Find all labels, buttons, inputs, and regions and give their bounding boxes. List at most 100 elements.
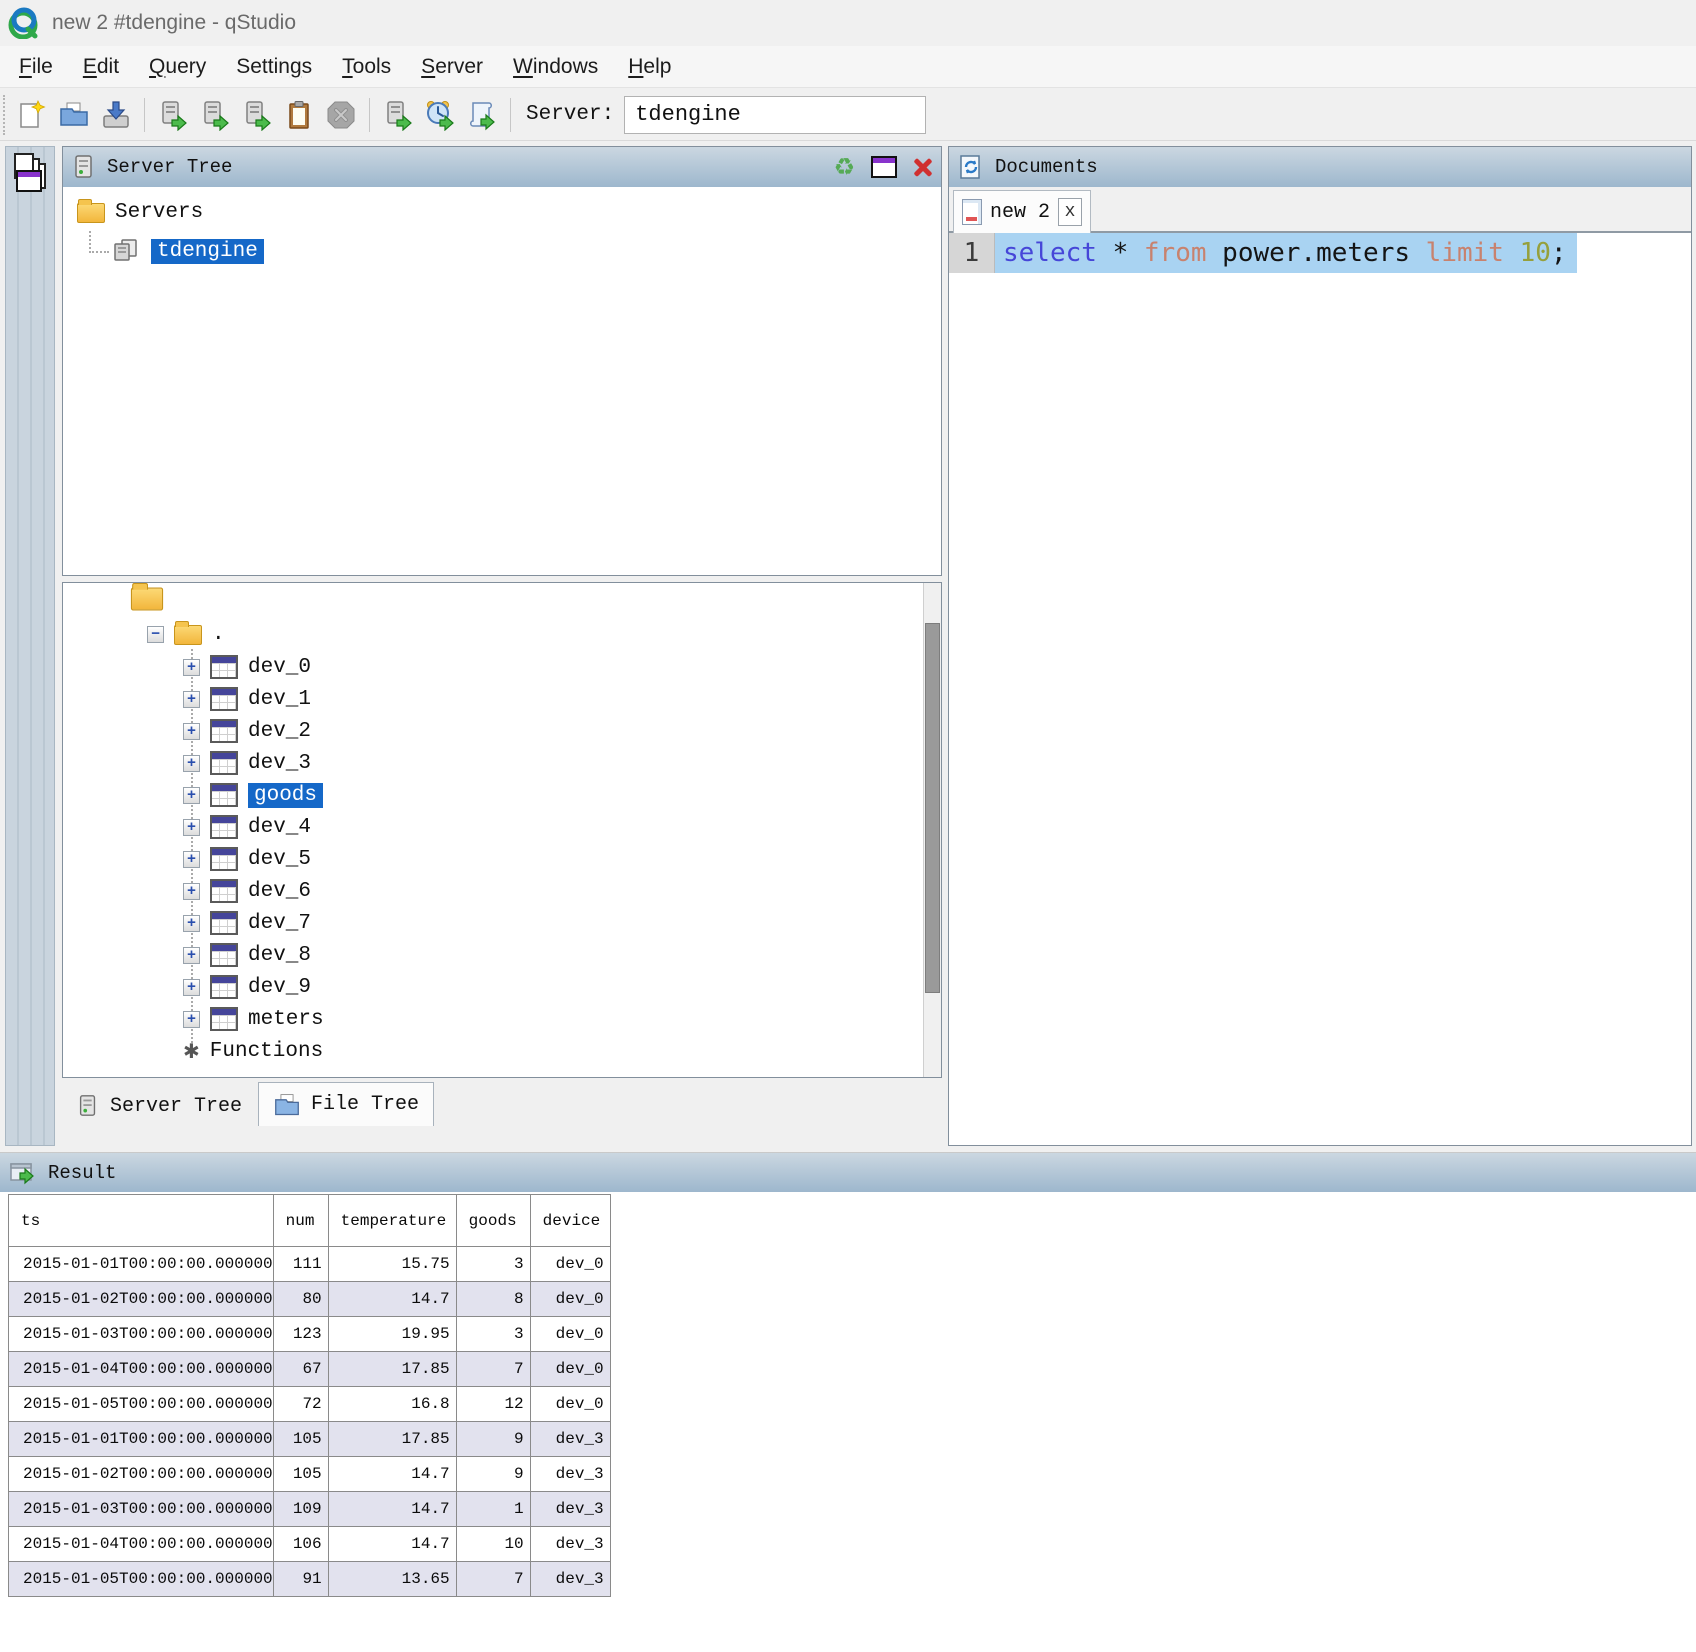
menu-item-server[interactable]: Server — [406, 55, 498, 79]
cell-ts: 2015-01-05T00:00:00.000000 — [9, 1562, 274, 1597]
expand-icon[interactable]: + — [183, 851, 200, 868]
clipboard-button[interactable] — [279, 95, 319, 135]
tree-item-dev_6[interactable]: +dev_6 — [63, 875, 903, 907]
close-tab-button[interactable]: x — [1058, 198, 1082, 226]
menu-bar: FileEditQuerySettingsToolsServerWindowsH… — [0, 46, 1696, 88]
code-line[interactable]: select * from power.meters limit 10; — [995, 233, 1577, 273]
menu-item-query[interactable]: Query — [134, 55, 221, 79]
result-title: Result — [48, 1162, 116, 1184]
save-import-button[interactable] — [96, 95, 136, 135]
column-header-device[interactable]: device — [530, 1195, 610, 1247]
tree-item-dev_1[interactable]: +dev_1 — [63, 683, 903, 715]
expand-icon[interactable]: + — [183, 659, 200, 676]
tree-item-goods[interactable]: +goods — [63, 779, 903, 811]
tree-item-meters[interactable]: +meters — [63, 1003, 903, 1035]
server-icon — [71, 153, 97, 181]
run-script-button[interactable] — [462, 95, 502, 135]
open-file-button[interactable] — [54, 95, 94, 135]
expand-icon[interactable]: + — [183, 787, 200, 804]
expand-icon[interactable]: + — [183, 755, 200, 772]
run-script-server-button[interactable] — [378, 95, 418, 135]
collapse-icon[interactable]: − — [147, 626, 164, 643]
cell-device: dev_3 — [530, 1527, 610, 1562]
tab-server-tree[interactable]: Server Tree — [62, 1086, 256, 1126]
database-server-icon — [111, 237, 141, 265]
toolbar-grip[interactable] — [3, 95, 11, 135]
expand-icon[interactable]: + — [183, 819, 200, 836]
run-line-button[interactable] — [195, 95, 235, 135]
expand-icon[interactable]: + — [183, 979, 200, 996]
menu-item-settings[interactable]: Settings — [221, 55, 327, 79]
table-row[interactable]: 2015-01-04T00:00:00.0000006717.857dev_0 — [9, 1352, 611, 1387]
root-folder-icon[interactable] — [131, 588, 163, 611]
tree-item-dot[interactable]: − . — [147, 623, 225, 646]
maximize-panel-icon[interactable] — [871, 156, 897, 178]
tab-file-tree[interactable]: File Tree — [258, 1082, 434, 1126]
tree-item-dev_9[interactable]: +dev_9 — [63, 971, 903, 1003]
tree-item-dev_0[interactable]: +dev_0 — [63, 651, 903, 683]
tree-item-functions[interactable]: ✱Functions — [63, 1035, 903, 1067]
tree-item-dev_8[interactable]: +dev_8 — [63, 939, 903, 971]
table-row[interactable]: 2015-01-01T00:00:00.00000010517.859dev_3 — [9, 1422, 611, 1457]
scrollbar-thumb[interactable] — [925, 623, 940, 993]
vertical-scrollbar[interactable] — [923, 583, 941, 1077]
column-header-num[interactable]: num — [273, 1195, 328, 1247]
table-row[interactable]: 2015-01-03T00:00:00.00000012319.953dev_0 — [9, 1317, 611, 1352]
expand-icon[interactable]: + — [183, 723, 200, 740]
expand-icon[interactable]: + — [183, 1011, 200, 1028]
menu-item-edit[interactable]: Edit — [68, 55, 134, 79]
menu-item-windows[interactable]: Windows — [498, 55, 613, 79]
refresh-icon[interactable]: ♻ — [833, 155, 855, 179]
tree-item-dev_5[interactable]: +dev_5 — [63, 843, 903, 875]
table-row[interactable]: 2015-01-05T00:00:00.0000009113.657dev_3 — [9, 1562, 611, 1597]
tree-item-label: Functions — [210, 1040, 323, 1063]
close-panel-icon[interactable] — [913, 157, 933, 177]
tree-item-dev_4[interactable]: +dev_4 — [63, 811, 903, 843]
table-row[interactable]: 2015-01-03T00:00:00.00000010914.71dev_3 — [9, 1492, 611, 1527]
sql-editor[interactable]: 1 select * from power.meters limit 10; — [949, 233, 1691, 1143]
expand-icon[interactable]: + — [183, 883, 200, 900]
table-row[interactable]: 2015-01-05T00:00:00.0000007216.812dev_0 — [9, 1387, 611, 1422]
cell-device: dev_0 — [530, 1247, 610, 1282]
cell-goods: 10 — [456, 1527, 530, 1562]
result-body: tsnumtemperaturegoodsdevice 2015-01-01T0… — [0, 1192, 1696, 1652]
table-row[interactable]: 2015-01-01T00:00:00.00000011115.753dev_0 — [9, 1247, 611, 1282]
dock-strip — [5, 146, 55, 1146]
toolbar: Server: — [0, 89, 1696, 141]
table-row[interactable]: 2015-01-04T00:00:00.00000010614.710dev_3 — [9, 1527, 611, 1562]
expand-icon[interactable]: + — [183, 947, 200, 964]
table-icon — [210, 911, 238, 935]
stop-query-button[interactable] — [321, 95, 361, 135]
documents-title: Documents — [995, 156, 1098, 178]
tree-item-dev_3[interactable]: +dev_3 — [63, 747, 903, 779]
menu-item-help[interactable]: Help — [613, 55, 686, 79]
table-row[interactable]: 2015-01-02T00:00:00.0000008014.78dev_0 — [9, 1282, 611, 1317]
column-header-temperature[interactable]: temperature — [328, 1195, 456, 1247]
tab-new-2[interactable]: new 2 x — [953, 190, 1091, 233]
server-input[interactable] — [624, 96, 926, 134]
new-document-button[interactable] — [12, 95, 52, 135]
menu-item-file[interactable]: File — [4, 55, 68, 79]
menu-mnemonic: S — [421, 55, 435, 78]
run-selection-button[interactable] — [237, 95, 277, 135]
table-row[interactable]: 2015-01-02T00:00:00.00000010514.79dev_3 — [9, 1457, 611, 1492]
tree-item-servers[interactable]: Servers — [77, 201, 203, 224]
cell-goods: 9 — [456, 1457, 530, 1492]
run-query-button[interactable] — [153, 95, 193, 135]
restore-window-icon[interactable] — [16, 170, 42, 192]
table-icon — [210, 655, 238, 679]
expand-icon[interactable]: + — [183, 915, 200, 932]
table-icon — [210, 847, 238, 871]
expand-icon[interactable]: + — [183, 691, 200, 708]
tree-item-tdengine[interactable]: tdengine — [111, 237, 264, 265]
tree-item-dev_2[interactable]: +dev_2 — [63, 715, 903, 747]
column-header-ts[interactable]: ts — [9, 1195, 274, 1247]
cell-goods: 3 — [456, 1317, 530, 1352]
menu-item-tools[interactable]: Tools — [327, 55, 406, 79]
tree-item-dev_7[interactable]: +dev_7 — [63, 907, 903, 939]
code-token: power.meters — [1207, 238, 1426, 268]
script-icon — [466, 99, 498, 131]
column-header-goods[interactable]: goods — [456, 1195, 530, 1247]
scheduled-run-button[interactable] — [420, 95, 460, 135]
cell-num: 105 — [273, 1422, 328, 1457]
